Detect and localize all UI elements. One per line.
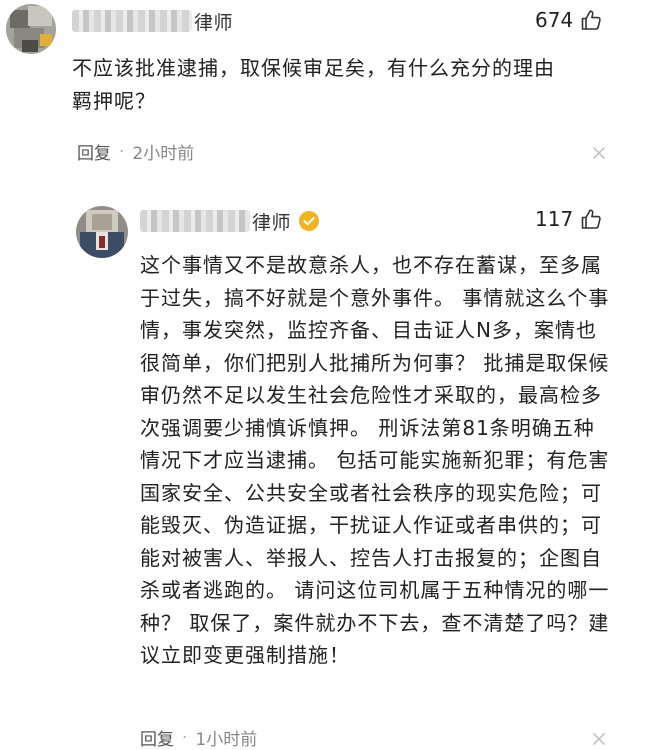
close-icon[interactable] <box>592 731 606 745</box>
reply-button[interactable]: 回复 <box>77 139 111 164</box>
reply-comment-item: 律师 117 这个事情又不是故意杀人，也不存在蓄谋，至多属于过失，搞不好就是个意… <box>0 185 660 750</box>
like-button[interactable]: 117 <box>535 207 603 231</box>
meta-separator: · <box>119 141 125 162</box>
comment-meta: 回复 · 1小时前 <box>140 725 257 750</box>
author-name-blurred <box>140 210 250 232</box>
avatar[interactable] <box>6 4 56 54</box>
reply-button[interactable]: 回复 <box>140 725 174 750</box>
author-name[interactable]: 律师 <box>72 9 234 34</box>
verified-icon <box>299 211 320 231</box>
comment-time: 1小时前 <box>195 730 258 750</box>
comment-item: 律师 674 不应该批准逮捕，取保候审足矣，有什么充分的理由羁押呢？ 回复 · … <box>0 0 660 185</box>
thumb-up-icon <box>579 8 603 32</box>
comment-time: 2小时前 <box>132 144 195 164</box>
comment-text: 这个事情又不是故意杀人，也不存在蓄谋，至多属于过失，搞不好就是个意外事件。 事情… <box>140 253 610 667</box>
author-title: 律师 <box>252 211 292 234</box>
like-count: 674 <box>535 8 574 32</box>
close-icon[interactable] <box>592 145 606 159</box>
comment-text: 不应该批准逮捕，取保候审足矣，有什么充分的理由羁押呢？ <box>72 56 555 113</box>
like-count: 117 <box>535 207 574 231</box>
author-name-blurred <box>72 10 192 32</box>
comment-meta: 回复 · 2小时前 <box>77 139 195 165</box>
avatar[interactable] <box>76 206 128 258</box>
author-title: 律师 <box>194 11 234 34</box>
thumb-up-icon <box>579 207 603 231</box>
author-name[interactable]: 律师 <box>140 209 320 234</box>
like-button[interactable]: 674 <box>535 8 603 32</box>
